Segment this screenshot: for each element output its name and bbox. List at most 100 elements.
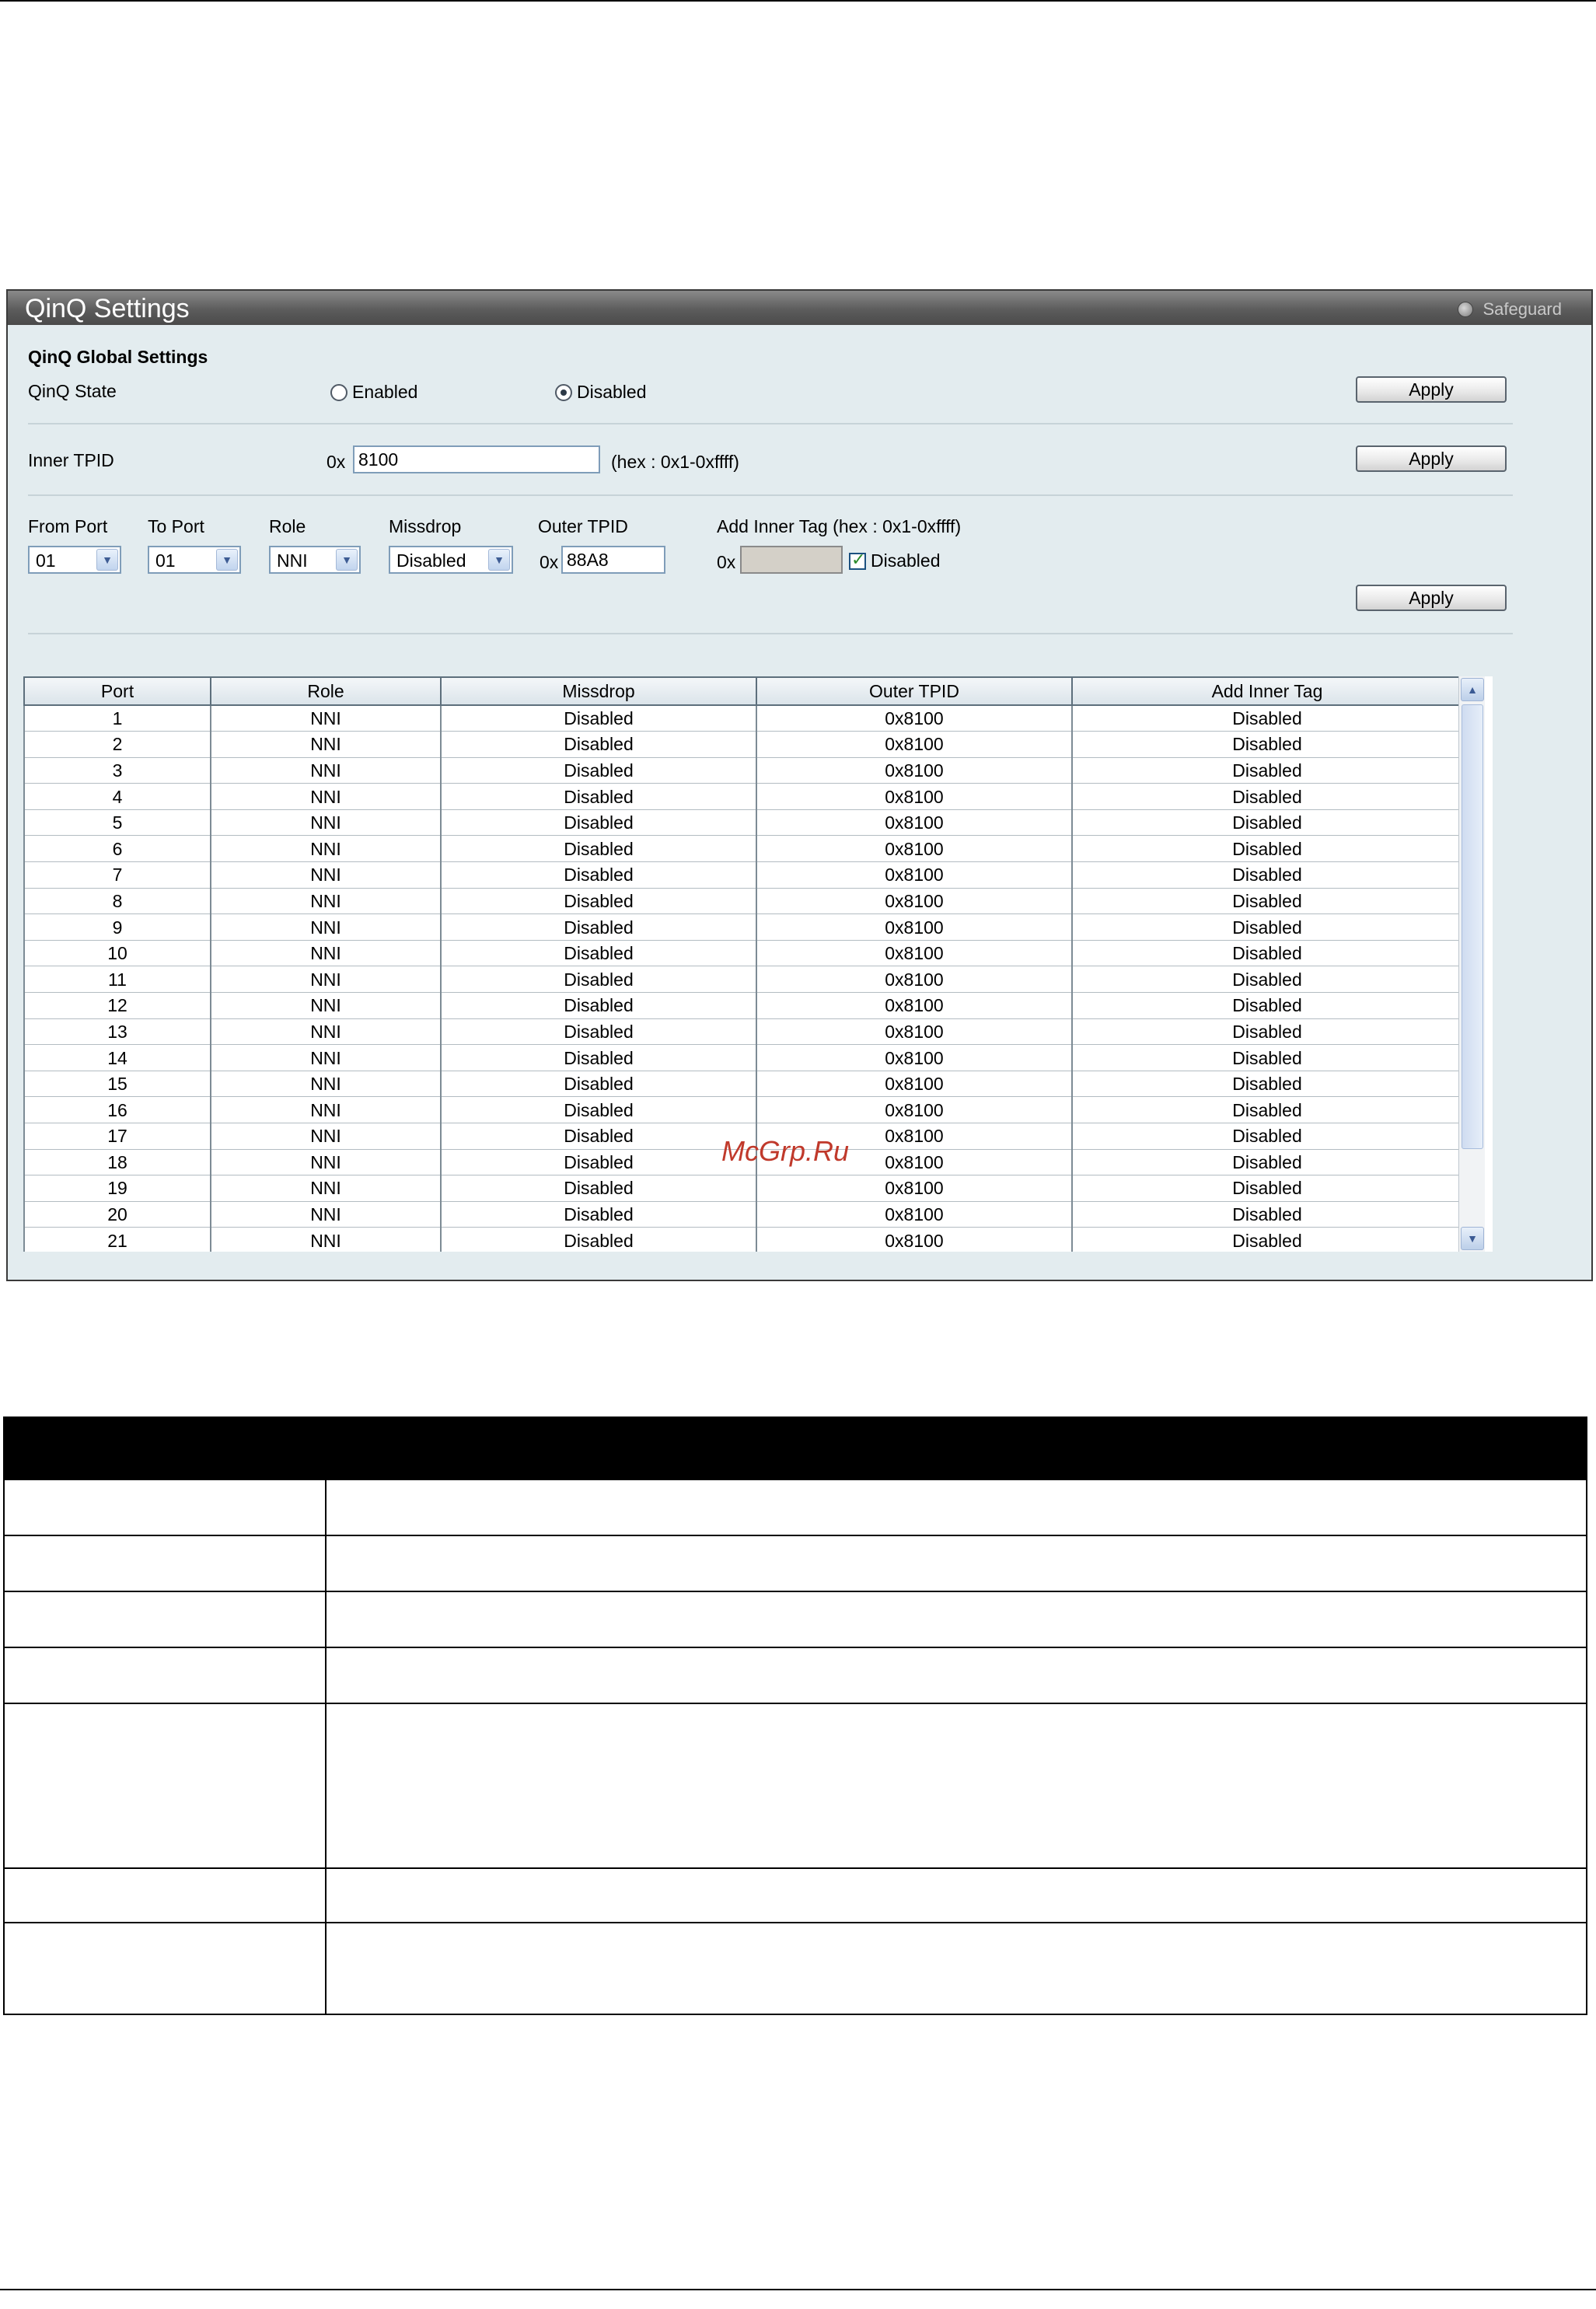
qinq-state-enabled-radio[interactable]: Enabled [330,382,417,403]
cell-add-inner-tag: Disabled [1071,1227,1463,1252]
description-cell [325,1867,1587,1923]
from-port-select[interactable]: 01 ▼ [28,546,121,574]
table-row: 1 NNI Disabled 0x8100 Disabled [23,705,1493,732]
parameter-cell [3,1703,327,1869]
cell-missdrop: Disabled [440,1201,757,1228]
cell-outer-tpid: 0x8100 [756,966,1073,994]
cell-role: NNI [210,809,442,837]
cell-role: NNI [210,1201,442,1228]
divider [28,423,1513,424]
role-value: NNI [277,550,308,571]
cell-missdrop: Disabled [440,783,757,810]
missdrop-select[interactable]: Disabled ▼ [389,546,513,574]
global-apply-button[interactable]: Apply [1356,376,1507,403]
cell-port: 3 [23,757,211,784]
cell-role: NNI [210,1018,442,1046]
table-body: 1 NNI Disabled 0x8100 Disabled 2 NNI Disabled 0x… [23,705,1493,1252]
table-row: 8 NNI Disabled 0x8100 Disabled [23,888,1493,915]
qinq-state-label: QinQ State [28,381,117,401]
cell-missdrop: Disabled [440,705,757,732]
description-row [3,1867,1587,1923]
missdrop-value: Disabled [396,550,466,571]
table-row: 2 NNI Disabled 0x8100 Disabled [23,731,1493,758]
table-row: 13 NNI Disabled 0x8100 Disabled [23,1018,1493,1046]
bottom-rule [0,2289,1596,2290]
cell-outer-tpid: 0x8100 [756,1175,1073,1202]
cell-missdrop: Disabled [440,835,757,863]
add-inner-tag-input[interactable] [740,546,843,574]
add-inner-tag-prefix: 0x [717,552,736,572]
outer-tpid-prefix: 0x [540,552,559,572]
cell-role: NNI [210,731,442,758]
inner-tpid-input[interactable]: 8100 [353,445,600,473]
cell-port: 2 [23,731,211,758]
description-row [3,1703,1587,1869]
inner-tpid-apply-button[interactable]: Apply [1356,445,1507,472]
outer-tpid-input[interactable]: 88A8 [561,546,665,574]
parameter-description-table [3,1416,1587,2015]
table-row: 11 NNI Disabled 0x8100 Disabled [23,966,1493,994]
cell-role: NNI [210,783,442,810]
cell-missdrop: Disabled [440,992,757,1019]
cell-missdrop: Disabled [440,940,757,967]
table-row: 21 NNI Disabled 0x8100 Disabled [23,1227,1493,1252]
safeguard-indicator: Safeguard [1458,299,1562,320]
scroll-up-icon[interactable]: ▲ [1461,678,1484,701]
cell-outer-tpid: 0x8100 [756,1044,1073,1071]
chevron-down-icon: ▼ [216,549,238,571]
table-scrollbar[interactable]: ▲ ▼ [1458,676,1485,1252]
cell-missdrop: Disabled [440,1227,757,1252]
cell-add-inner-tag: Disabled [1071,809,1463,837]
table-header-row: Port Role Missdrop Outer TPID Add Inner … [23,676,1493,706]
chevron-down-icon: ▼ [488,549,510,571]
cell-outer-tpid: 0x8100 [756,1018,1073,1046]
role-label: Role [269,516,306,536]
global-settings-heading: QinQ Global Settings [28,347,208,367]
cell-add-inner-tag: Disabled [1071,1123,1463,1150]
cell-outer-tpid: 0x8100 [756,861,1073,889]
cell-outer-tpid: 0x8100 [756,992,1073,1019]
cell-missdrop: Disabled [440,731,757,758]
radio-unchecked-icon [330,383,347,401]
description-cell [325,1479,1587,1536]
port-settings-apply-button[interactable]: Apply [1356,585,1507,611]
cell-port: 15 [23,1071,211,1098]
cell-port: 9 [23,913,211,941]
cell-add-inner-tag: Disabled [1071,705,1463,732]
description-row [3,1535,1587,1592]
top-rule [0,0,1596,2]
cell-outer-tpid: 0x8100 [756,809,1073,837]
description-cell [325,1703,1587,1869]
table-row: 14 NNI Disabled 0x8100 Disabled [23,1044,1493,1071]
scrollbar-thumb[interactable] [1462,704,1483,1149]
description-cell [325,1535,1587,1592]
table-row: 7 NNI Disabled 0x8100 Disabled [23,861,1493,889]
table-row: 4 NNI Disabled 0x8100 Disabled [23,783,1493,810]
cell-port: 19 [23,1175,211,1202]
cell-missdrop: Disabled [440,1044,757,1071]
inner-tag-disabled-checkbox[interactable]: ✓ Disabled [849,550,941,571]
cell-outer-tpid: 0x8100 [756,1227,1073,1252]
cell-outer-tpid: 0x8100 [756,705,1073,732]
add-inner-tag-label: Add Inner Tag (hex : 0x1-0xffff) [717,516,962,536]
parameter-cell [3,1647,327,1704]
cell-missdrop: Disabled [440,1149,757,1176]
cell-outer-tpid: 0x8100 [756,940,1073,967]
parameter-cell [3,1591,327,1648]
column-header-port: Port [23,676,211,706]
cell-add-inner-tag: Disabled [1071,757,1463,784]
cell-outer-tpid: 0x8100 [756,835,1073,863]
qinq-state-disabled-radio[interactable]: Disabled [555,382,647,403]
to-port-select[interactable]: 01 ▼ [148,546,241,574]
description-row [3,1479,1587,1536]
cell-missdrop: Disabled [440,1018,757,1046]
description-row [3,1647,1587,1704]
cell-role: NNI [210,835,442,863]
cell-role: NNI [210,757,442,784]
column-header-role: Role [210,676,442,706]
cell-missdrop: Disabled [440,1175,757,1202]
role-select[interactable]: NNI ▼ [269,546,361,574]
cell-missdrop: Disabled [440,1071,757,1098]
parameter-cell [3,1867,327,1923]
scroll-down-icon[interactable]: ▼ [1461,1227,1484,1250]
